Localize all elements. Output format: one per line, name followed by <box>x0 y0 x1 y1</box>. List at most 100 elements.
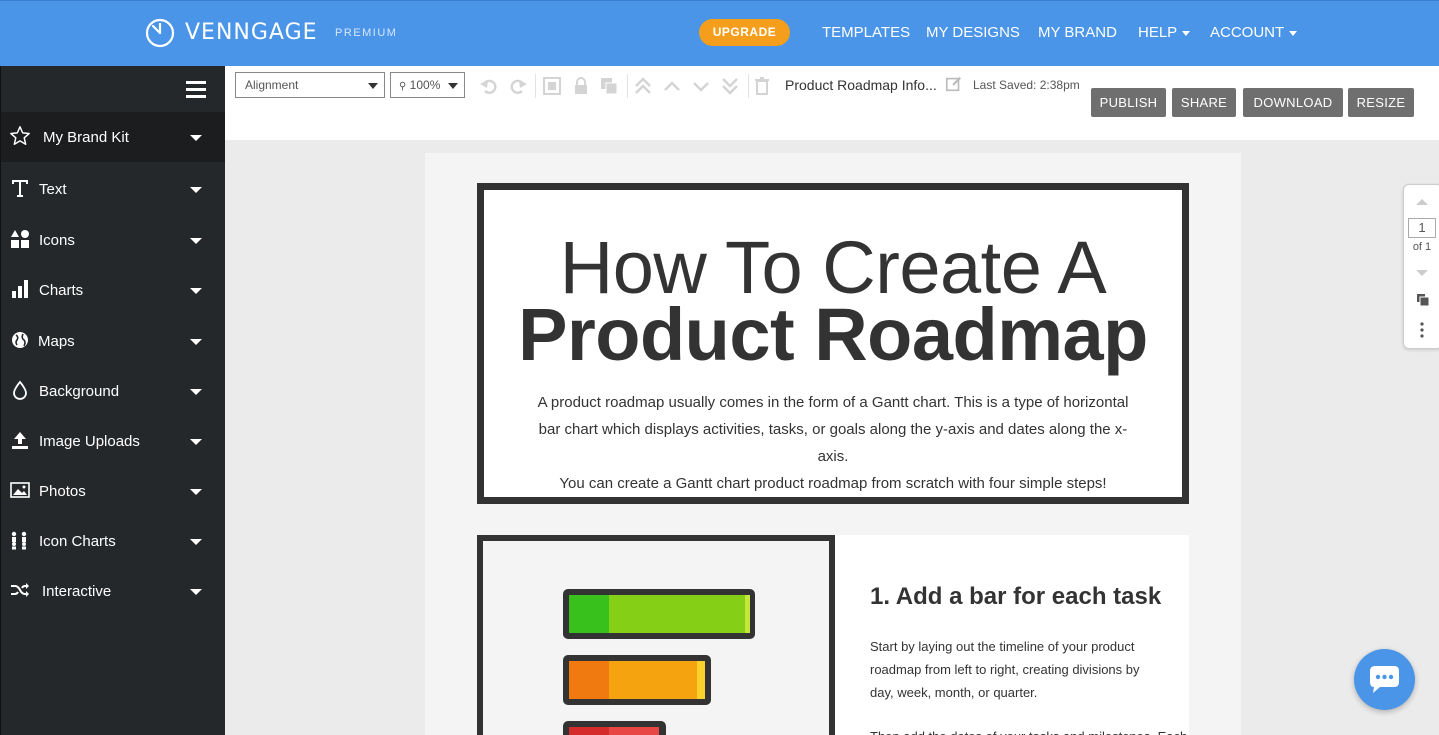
nav-account-label: ACCOUNT <box>1210 24 1285 41</box>
document-title[interactable]: Product Roadmap Info... <box>785 77 937 93</box>
step1-paragraph-line: day, week, month, or quarter. <box>870 685 1038 700</box>
sidebar-item-charts[interactable]: Charts <box>1 265 225 315</box>
hero-paragraph-line: You can create a Gantt chart product roa… <box>559 475 1107 492</box>
shuffle-icon <box>11 583 29 597</box>
caret-down-icon <box>190 589 202 595</box>
chevron-down-icon <box>448 83 458 89</box>
undo-icon[interactable] <box>479 76 499 96</box>
caret-down-icon <box>190 135 202 141</box>
sidebar-item-label: Maps <box>38 333 75 350</box>
last-saved-status: Last Saved: 2:38pm <box>973 78 1080 92</box>
sidebar-item-label: Image Uploads <box>39 433 140 450</box>
sidebar-item-label: Charts <box>39 282 84 299</box>
hamburger-menu-icon[interactable] <box>186 81 206 98</box>
share-button[interactable]: SHARE <box>1172 88 1236 117</box>
chevron-down-icon <box>368 83 378 89</box>
chat-button[interactable] <box>1354 649 1415 710</box>
caret-down-icon <box>190 187 202 193</box>
bring-forward-icon[interactable] <box>662 76 682 96</box>
sidebar-item-label: My Brand Kit <box>43 129 129 146</box>
bring-to-front-icon[interactable] <box>633 76 653 96</box>
hero-paragraph[interactable]: A product roadmap usually comes in the f… <box>524 389 1142 497</box>
nav-account[interactable]: ACCOUNT <box>1210 24 1298 41</box>
top-bar: VENNGAGE PREMIUM UPGRADE TEMPLATES MY DE… <box>0 0 1439 66</box>
globe-icon <box>12 332 28 348</box>
sidebar-item-text[interactable]: Text <box>1 164 225 214</box>
star-icon <box>10 126 30 145</box>
gantt-bars-illustration[interactable] <box>477 535 835 735</box>
toolbar-divider <box>627 74 628 98</box>
step1-paragraph-line: roadmap from left to right, creating div… <box>870 662 1140 677</box>
duplicate-icon[interactable] <box>599 76 619 96</box>
bar-chart-icon <box>12 280 28 298</box>
nav-my-brand[interactable]: MY BRAND <box>1038 24 1117 41</box>
chevron-down-icon <box>1182 30 1191 36</box>
chat-bubble-icon <box>1370 666 1399 693</box>
text-icon <box>12 180 28 197</box>
sidebar-item-label: Interactive <box>42 583 112 600</box>
hero-title-line2[interactable]: Product Roadmap <box>484 295 1182 375</box>
droplet-icon <box>13 380 27 400</box>
group-icon[interactable] <box>542 76 562 96</box>
edit-icon[interactable] <box>945 75 963 93</box>
hero-block[interactable]: How To Create A Product Roadmap A produc… <box>477 183 1189 504</box>
sidebar-item-icon-charts[interactable]: Icon Charts <box>1 516 225 566</box>
sidebar-item-image-uploads[interactable]: Image Uploads <box>1 416 225 466</box>
alignment-select[interactable]: Alignment <box>235 72 385 98</box>
page-navigator: 1 of 1 <box>1403 184 1439 349</box>
image-icon <box>10 482 30 498</box>
nav-my-designs[interactable]: MY DESIGNS <box>926 24 1020 41</box>
toolbar-divider <box>748 74 749 98</box>
zoom-select[interactable]: ⚲ 100% <box>390 72 465 98</box>
step1-text-block[interactable]: 1. Add a bar for each task Start by layi… <box>835 535 1189 735</box>
shapes-icon <box>11 230 29 248</box>
caret-down-icon <box>190 339 202 345</box>
plan-badge: PREMIUM <box>335 27 398 39</box>
nav-help-label: HELP <box>1138 24 1178 41</box>
hero-paragraph-line: bar chart which displays activities, tas… <box>538 421 1128 465</box>
sidebar: My Brand Kit Text Icons Charts Maps Back… <box>0 66 225 735</box>
editor-toolbar: Alignment ⚲ 100% Product Roadmap Info...… <box>225 66 1439 140</box>
upgrade-button[interactable]: UPGRADE <box>699 19 790 46</box>
alignment-select-value: Alignment <box>245 78 299 92</box>
sidebar-item-background[interactable]: Background <box>1 366 225 416</box>
sidebar-item-label: Icon Charts <box>39 533 116 550</box>
sidebar-item-photos[interactable]: Photos <box>1 466 225 516</box>
toolbar-divider <box>535 74 536 98</box>
caret-down-icon <box>190 238 202 244</box>
redo-icon[interactable] <box>508 76 528 96</box>
page-number-input[interactable]: 1 <box>1408 218 1436 238</box>
sidebar-item-icons[interactable]: Icons <box>1 215 225 265</box>
lock-icon[interactable] <box>571 76 591 96</box>
gantt-bars-graphic <box>563 589 755 735</box>
caret-down-icon <box>190 288 202 294</box>
sidebar-item-interactive[interactable]: Interactive <box>1 566 225 616</box>
brand-logo-text[interactable]: VENNGAGE <box>185 20 318 45</box>
page-down-icon[interactable] <box>1416 270 1428 276</box>
page-up-icon[interactable] <box>1416 199 1428 205</box>
send-backward-icon[interactable] <box>691 76 711 96</box>
resize-button[interactable]: RESIZE <box>1348 88 1414 117</box>
caret-down-icon <box>190 539 202 545</box>
sidebar-item-my-brand-kit[interactable]: My Brand Kit <box>1 112 225 162</box>
send-to-back-icon[interactable] <box>720 76 740 96</box>
search-icon: ⚲ <box>399 81 407 92</box>
nav-help[interactable]: HELP <box>1138 24 1191 41</box>
step1-paragraph[interactable]: Start by laying out the timeline of your… <box>870 635 1170 704</box>
clock-logo-icon[interactable] <box>145 18 175 48</box>
upload-icon <box>12 432 28 449</box>
more-options-icon[interactable] <box>1420 322 1424 338</box>
copy-page-icon[interactable] <box>1416 293 1430 307</box>
sidebar-item-label: Text <box>39 181 67 198</box>
download-button[interactable]: DOWNLOAD <box>1243 88 1343 117</box>
step1-heading[interactable]: 1. Add a bar for each task <box>870 583 1161 611</box>
trash-icon[interactable] <box>752 76 772 96</box>
sidebar-item-label: Icons <box>39 232 75 249</box>
publish-button[interactable]: PUBLISH <box>1091 88 1166 117</box>
chevron-down-icon <box>1289 30 1298 36</box>
page-count-label: of 1 <box>1412 241 1432 253</box>
design-canvas[interactable]: How To Create A Product Roadmap A produc… <box>425 153 1241 735</box>
nav-templates[interactable]: TEMPLATES <box>822 24 910 41</box>
sidebar-item-maps[interactable]: Maps <box>1 316 225 366</box>
step1-paragraph-cut[interactable]: Then add the dates of your tasks and mil… <box>870 725 1189 735</box>
